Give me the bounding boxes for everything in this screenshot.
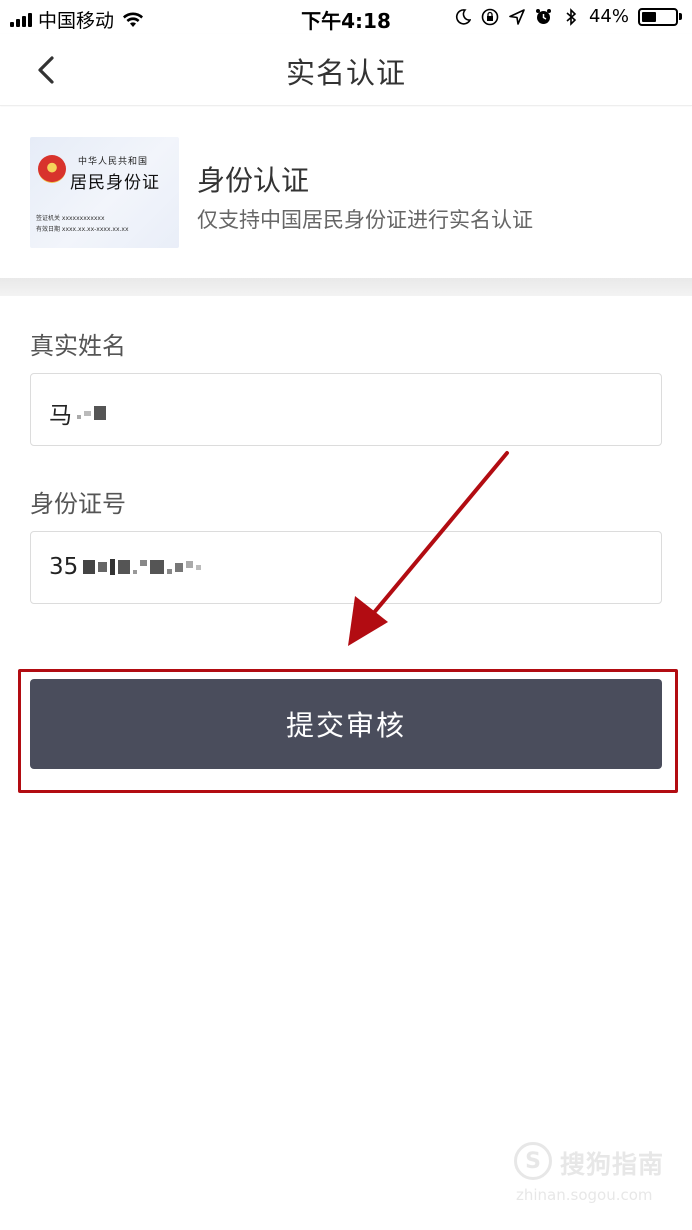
- id-number-value: 35: [49, 554, 79, 580]
- battery-percent: 44%: [588, 6, 629, 27]
- id-card-image: 中华人民共和国 居民身份证 签证机关 xxxxxxxxxxxx 有效日期 xxx…: [30, 137, 179, 248]
- id-number-label: 身份证号: [30, 490, 126, 518]
- blurred-text: [74, 406, 106, 420]
- id-number-input[interactable]: 35: [30, 531, 662, 604]
- id-card-line: 有效日期 xxxx.xx.xx-xxxx.xx.xx: [36, 226, 129, 233]
- name-input-value: 马: [49, 403, 72, 429]
- status-bar: 中国移动 下午4:18 44%: [0, 0, 692, 34]
- moon-icon: [454, 8, 472, 26]
- alarm-icon: [535, 8, 553, 26]
- id-info-section: 中华人民共和国 居民身份证 签证机关 xxxxxxxxxxxx 有效日期 xxx…: [0, 107, 692, 278]
- sogou-logo-icon: S: [514, 1142, 552, 1180]
- name-input[interactable]: 马: [30, 373, 662, 446]
- id-auth-description: 仅支持中国居民身份证进行实名认证: [197, 208, 533, 232]
- id-card-header: 中华人民共和国: [78, 157, 149, 167]
- annotation-highlight-box: [18, 669, 678, 793]
- battery-fill: [642, 11, 657, 22]
- status-right: 44%: [454, 6, 682, 27]
- name-label: 真实姓名: [30, 332, 126, 360]
- watermark-name: 搜狗指南: [560, 1150, 665, 1179]
- section-divider: [0, 278, 692, 296]
- id-card-line: 签证机关 xxxxxxxxxxxx: [36, 215, 105, 222]
- id-card-title: 居民身份证: [70, 173, 160, 193]
- id-auth-title: 身份认证: [197, 164, 310, 197]
- watermark: S 搜狗指南 zhinan.sogou.com: [514, 1138, 674, 1208]
- watermark-url: zhinan.sogou.com: [516, 1186, 653, 1204]
- page-title: 实名认证: [285, 56, 406, 90]
- location-icon: [508, 8, 526, 26]
- national-emblem-icon: [38, 155, 66, 183]
- bluetooth-icon: [562, 7, 580, 26]
- battery-icon: [638, 7, 682, 26]
- rotation-lock-icon: [481, 8, 499, 26]
- blurred-text: [80, 559, 202, 575]
- nav-bar: 实名认证: [0, 34, 692, 106]
